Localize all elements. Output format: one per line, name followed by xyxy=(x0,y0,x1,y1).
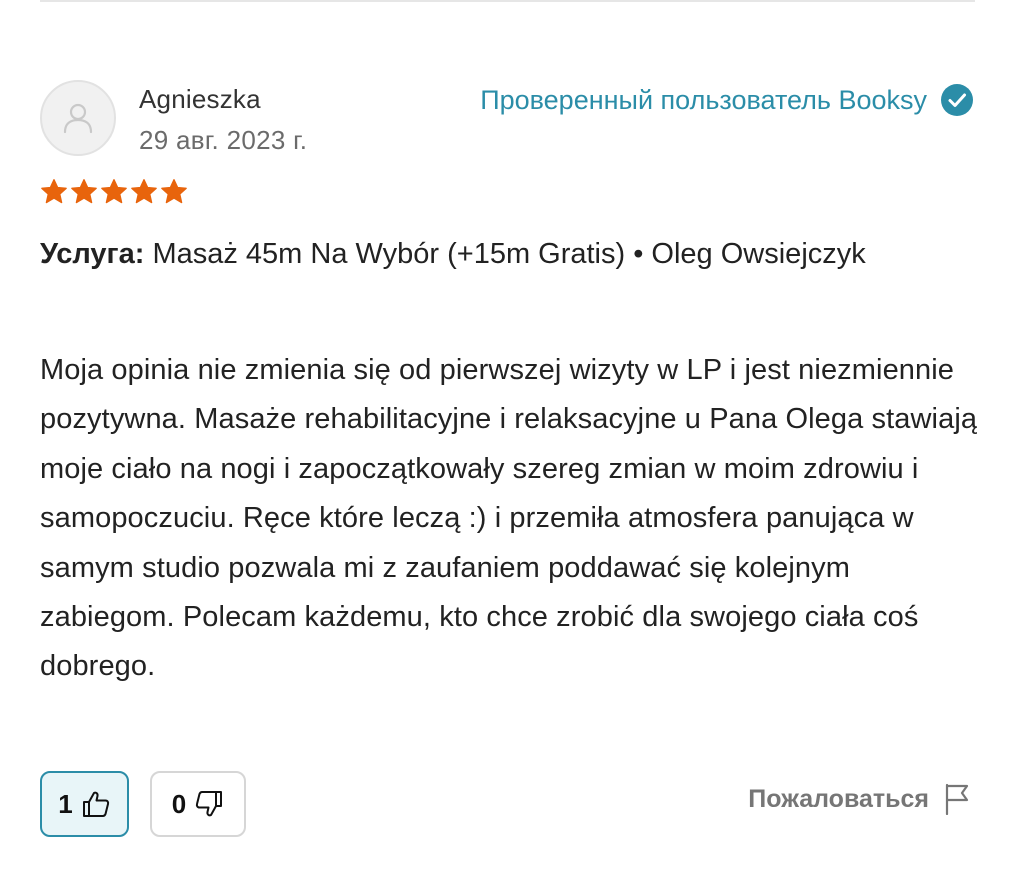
service-label: Услуга: xyxy=(40,238,145,270)
user-placeholder-icon xyxy=(63,103,93,134)
service-value: Masaż 45m Na Wybór (+15m Gratis) • Oleg … xyxy=(152,238,866,270)
reviewer-name: Agnieszka xyxy=(139,84,261,114)
review-text: Moja opinia nie zmienia się od pierwszej… xyxy=(40,354,978,683)
verified-badge: Проверенный пользователь Booksy xyxy=(480,84,973,116)
flag-icon xyxy=(945,783,969,815)
thumbs-up-icon xyxy=(82,791,109,817)
rating-stars xyxy=(40,178,188,206)
avatar xyxy=(40,80,116,156)
unhelpful-vote-button[interactable]: 0 xyxy=(150,771,246,837)
top-divider xyxy=(40,0,975,2)
star-icon xyxy=(131,179,157,204)
unhelpful-count: 0 xyxy=(171,788,187,819)
report-button[interactable]: Пожаловаться xyxy=(748,783,971,815)
star-icon xyxy=(161,179,187,204)
star-icon xyxy=(101,179,127,204)
star-icon xyxy=(71,179,97,204)
thumbs-down-icon xyxy=(196,791,223,817)
verified-label: Проверенный пользователь Booksy xyxy=(480,84,927,115)
review-date: 29 авг. 2023 г. xyxy=(139,125,308,155)
report-label: Пожаловаться xyxy=(748,784,929,813)
star-icon xyxy=(41,179,67,204)
check-circle-icon xyxy=(941,84,973,116)
helpful-count: 1 xyxy=(58,788,73,819)
service-info: Услуга: Masaż 45m Na Wybór (+15m Gratis)… xyxy=(40,230,975,279)
helpful-vote-button[interactable]: 1 xyxy=(40,771,129,837)
